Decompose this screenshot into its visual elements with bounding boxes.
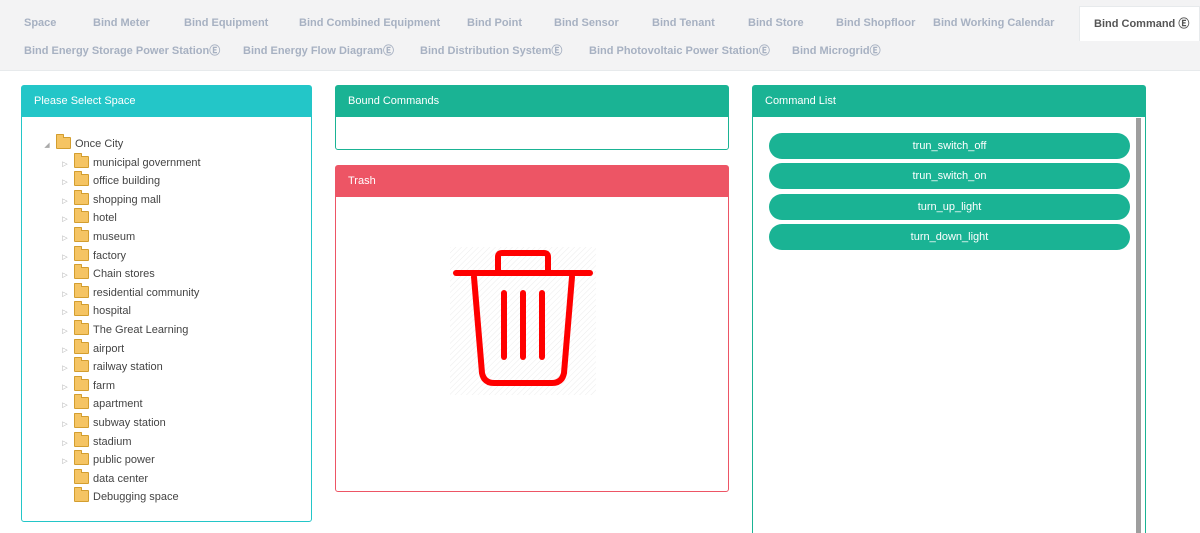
tree-node-label: Once City (75, 138, 124, 150)
tree-node[interactable]: ▷ municipal government (22, 152, 201, 173)
tree-node[interactable]: ▷ museum (22, 227, 201, 247)
tree-node[interactable]: ▷ office building (22, 171, 201, 191)
tree-node-label: office building (93, 175, 161, 188)
folder-icon (74, 264, 89, 280)
tree-node-label: public power (93, 454, 155, 467)
folder-icon (74, 245, 89, 261)
folder-icon (74, 301, 89, 317)
folder-icon (74, 320, 89, 336)
folder-icon (74, 282, 89, 298)
tree-node[interactable]: ▷ residential community (22, 282, 201, 303)
tree-node[interactable]: ▷ hotel (22, 208, 201, 228)
tree-node-label: shopping mall (93, 193, 161, 206)
tree-node[interactable]: ▷ airport (22, 338, 201, 359)
bound-commands-panel[interactable]: Bound Commands (335, 85, 729, 150)
tree-node-label: airport (93, 342, 125, 355)
tree-node-label: factory (93, 249, 127, 262)
tab-bind-command[interactable]: Bind Command Ⓔ (1079, 6, 1200, 41)
folder-icon (74, 227, 89, 243)
folder-icon (74, 394, 89, 410)
command-list-title: Command List (753, 86, 1145, 117)
tab-bar: Space Bind Meter Bind Equipment Bind Com… (0, 0, 1200, 71)
scrollbar[interactable] (1136, 118, 1141, 533)
tab-bind-distribution-system[interactable]: Bind Distribution SystemⒺ (420, 34, 562, 68)
tree-node-label: stadium (93, 435, 132, 448)
tab-bind-energy-storage-power-station[interactable]: Bind Energy Storage Power StationⒺ (24, 34, 220, 68)
command-item[interactable]: trun_switch_on (769, 163, 1130, 189)
tree-node-label: municipal government (93, 156, 201, 169)
tree-node[interactable]: ▷ hospital (22, 301, 201, 321)
tree-node-label: The Great Learning (93, 323, 189, 336)
space-tree: ◢ Once City ▷ municipal government ▷ office… (22, 134, 201, 507)
trash-can-icon (450, 247, 596, 395)
folder-icon (74, 171, 89, 187)
folder-icon (74, 189, 89, 205)
command-item[interactable]: turn_up_light (769, 194, 1130, 220)
folder-icon (74, 431, 89, 447)
tree-node-label: hotel (93, 212, 117, 225)
command-item[interactable]: trun_switch_off (769, 133, 1130, 159)
folder-icon (74, 413, 89, 428)
tree-node[interactable]: ▷ farm (22, 375, 201, 396)
tree-node-label: farm (93, 379, 115, 392)
tab-bind-microgrid[interactable]: Bind MicrogridⒺ (792, 34, 881, 68)
folder-icon (74, 152, 89, 168)
tree-node[interactable]: ▷ subway station (22, 413, 201, 433)
folder-icon (74, 208, 89, 224)
tab-bind-energy-flow-diagram[interactable]: Bind Energy Flow DiagramⒺ (243, 34, 394, 68)
folder-icon (56, 134, 71, 150)
tree-node-label: railway station (93, 361, 163, 374)
tree-node[interactable]: ▷ apartment (22, 394, 201, 414)
tree-node[interactable]: ▷ Chain stores (22, 264, 201, 284)
trash-panel[interactable]: Trash (335, 165, 729, 492)
tree-node[interactable]: ▷ shopping mall (22, 189, 201, 210)
tree-node-label: Chain stores (93, 268, 155, 281)
folder-icon (74, 338, 89, 354)
tab-bind-working-calendar[interactable]: Bind Working Calendar (933, 6, 1054, 40)
tree-node-label: Debugging space (93, 491, 179, 504)
tree-node-label: subway station (93, 416, 166, 429)
command-item[interactable]: turn_down_light (769, 224, 1130, 250)
tree-node-label: museum (93, 230, 136, 243)
tree-node[interactable]: ▷ railway station (22, 357, 201, 377)
tree-node[interactable]: ▷ stadium (22, 431, 201, 452)
tab-bind-photovoltaic-power-station[interactable]: Bind Photovoltaic Power StationⒺ (589, 34, 770, 68)
tree-node-leaf[interactable]: data center (22, 468, 201, 489)
folder-icon (74, 487, 89, 503)
space-panel-title: Please Select Space (22, 86, 311, 117)
tree-node-root[interactable]: ◢ Once City (22, 134, 201, 154)
trash-title: Trash (336, 166, 728, 197)
bound-commands-title: Bound Commands (336, 86, 728, 117)
tree-node-leaf[interactable]: Debugging space (22, 487, 201, 507)
tree-node-label: data center (93, 472, 149, 485)
tree-node[interactable]: ▷ factory (22, 245, 201, 266)
folder-icon (74, 450, 89, 466)
tree-node-label: residential community (93, 286, 200, 299)
tree-node[interactable]: ▷ public power (22, 450, 201, 470)
command-list-panel: Command List trun_switch_off trun_switch… (752, 85, 1146, 533)
folder-icon (74, 375, 89, 391)
tree-node[interactable]: ▷ The Great Learning (22, 320, 201, 340)
tree-node-label: apartment (93, 398, 143, 411)
tree-node-label: hospital (93, 305, 131, 318)
folder-icon (74, 468, 89, 484)
folder-icon (74, 357, 89, 373)
